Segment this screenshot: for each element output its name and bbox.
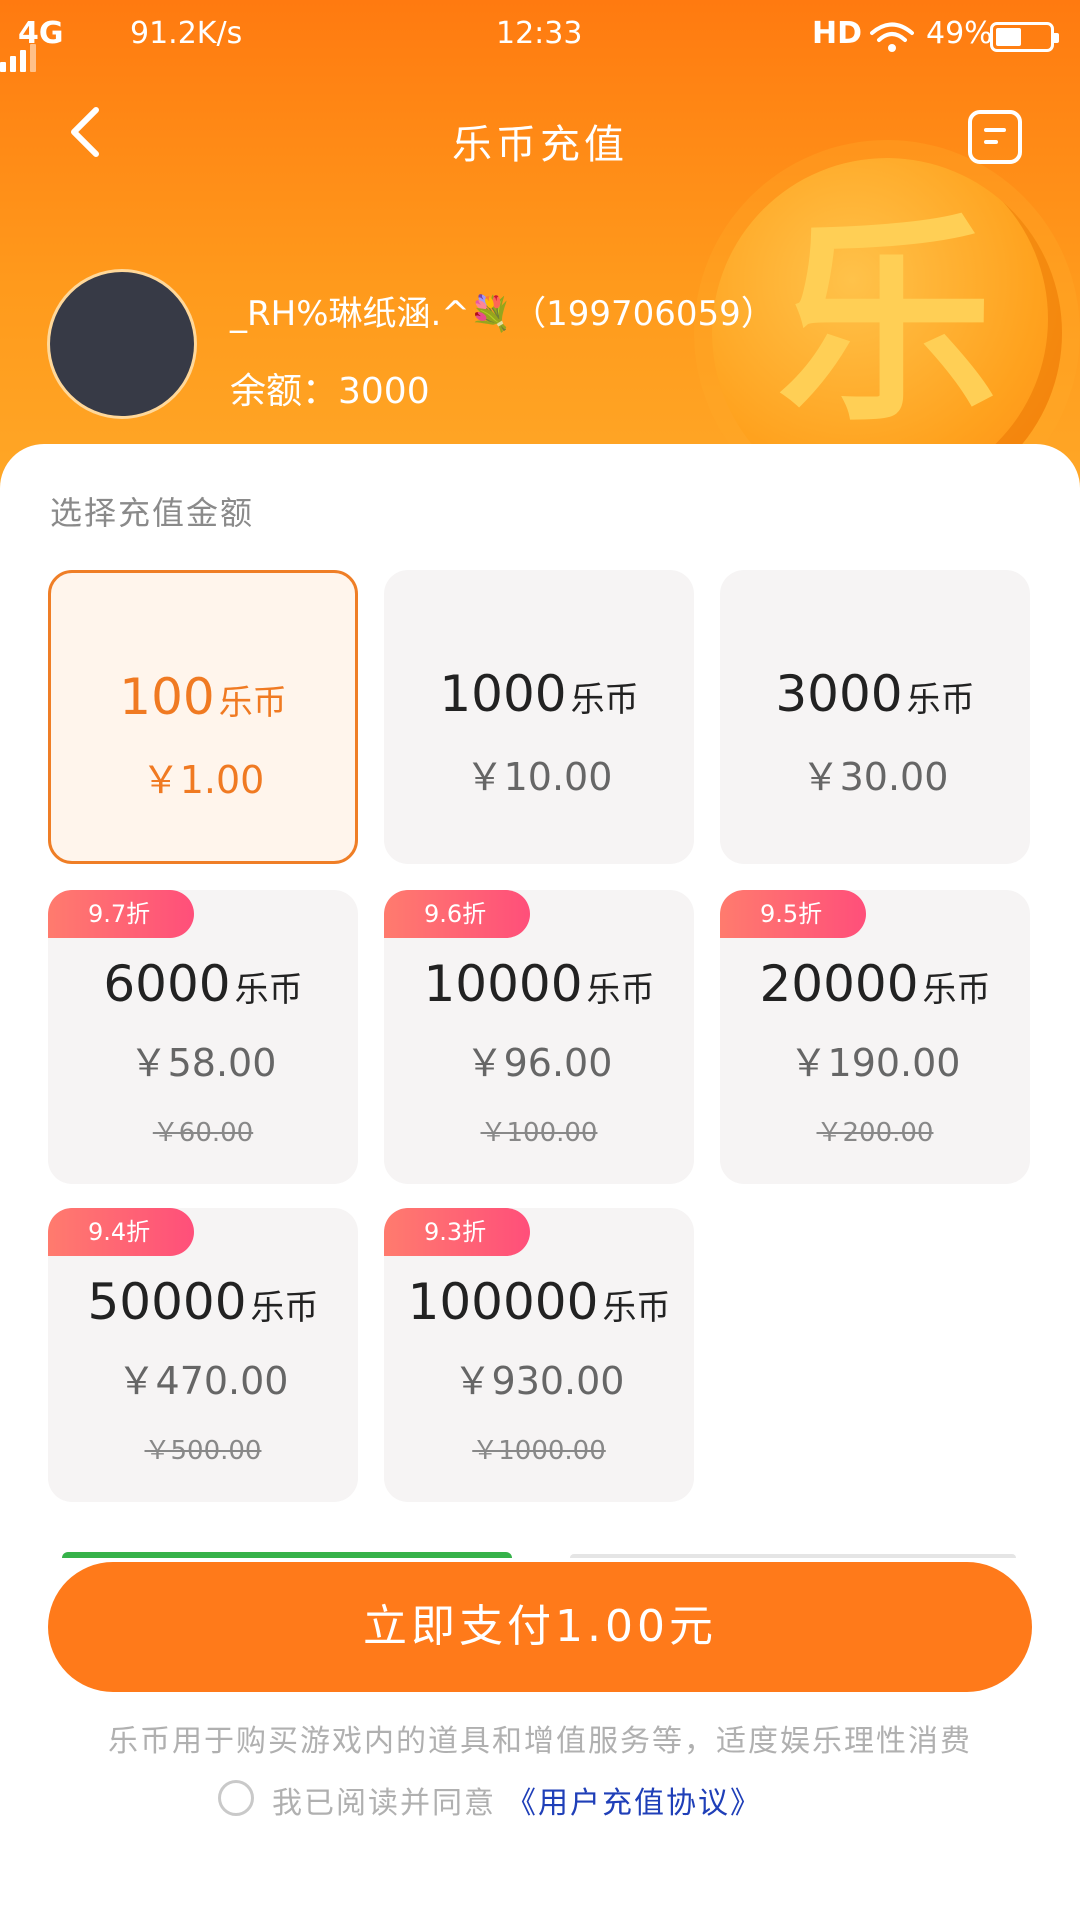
original-price: ￥200.00 (816, 1118, 934, 1148)
original-price: ￥500.00 (144, 1436, 262, 1466)
coin-amount: 6000 乐币 (103, 955, 303, 1013)
discount-badge: 9.7折 (48, 890, 194, 938)
coin-amount: 100 乐币 (119, 668, 287, 726)
original-price: ￥1000.00 (472, 1436, 606, 1466)
original-price: ￥100.00 (480, 1118, 598, 1148)
network-type: 4G (18, 16, 64, 51)
recharge-panel: 选择充值金额 100 乐币 ￥1.00 1000 乐币 ￥10.00 3000 乐币 … (0, 444, 1080, 1920)
coin-amount: 10000 乐币 (423, 955, 655, 1013)
package-price: ￥930.00 (453, 1359, 625, 1403)
battery-icon (990, 22, 1059, 52)
payment-method-tab[interactable] (570, 1554, 1016, 1558)
status-bar: 4G 91.2K/s 12:33 HD 49% (0, 0, 1080, 72)
list-icon[interactable] (968, 110, 1022, 164)
coin-amount: 50000 乐币 (87, 1273, 319, 1331)
discount-badge: 9.6折 (384, 890, 530, 938)
battery-percent: 49% (926, 16, 993, 51)
package-price: ￥58.00 (129, 1041, 277, 1085)
package-option[interactable]: 9.5折 20000 乐币 ￥190.00 ￥200.00 (720, 890, 1030, 1184)
balance-text: 余额：3000 (230, 371, 430, 412)
network-speed: 91.2K/s (130, 16, 243, 51)
pay-now-button[interactable]: 立即支付1.00元 (48, 1562, 1032, 1692)
original-price: ￥60.00 (152, 1118, 254, 1148)
discount-badge: 9.5折 (720, 890, 866, 938)
discount-badge: 9.3折 (384, 1208, 530, 1256)
package-price: ￥30.00 (801, 755, 949, 799)
hd-indicator: HD (812, 16, 863, 51)
user-name: _RH%琳纸涵.^💐（199706059） (230, 294, 775, 334)
package-option[interactable]: 9.6折 10000 乐币 ￥96.00 ￥100.00 (384, 890, 694, 1184)
wifi-icon (870, 22, 914, 52)
package-price: ￥1.00 (141, 758, 265, 802)
coin-amount: 20000 乐币 (759, 955, 991, 1013)
package-price: ￥190.00 (789, 1041, 961, 1085)
package-option[interactable]: 1000 乐币 ￥10.00 (384, 570, 694, 864)
agreement-text: 我已阅读并同意 (272, 1786, 496, 1821)
coin-amount: 3000 乐币 (775, 665, 975, 723)
avatar[interactable] (50, 272, 194, 416)
package-option-selected[interactable]: 100 乐币 ￥1.00 (48, 570, 358, 864)
package-option[interactable]: 9.3折 100000 乐币 ￥930.00 ￥1000.00 (384, 1208, 694, 1502)
discount-badge: 9.4折 (48, 1208, 194, 1256)
coin-amount: 1000 乐币 (439, 665, 639, 723)
package-option[interactable]: 3000 乐币 ￥30.00 (720, 570, 1030, 864)
payment-method-tab-selected[interactable] (62, 1552, 512, 1558)
back-chevron-icon[interactable] (60, 104, 116, 160)
usage-note: 乐币用于购买游戏内的道具和增值服务等，适度娱乐理性消费 (108, 1724, 972, 1759)
page-title: 乐币充值 (452, 122, 628, 168)
package-price: ￥10.00 (465, 755, 613, 799)
clock: 12:33 (496, 16, 583, 51)
coin-amount: 100000 乐币 (407, 1273, 671, 1331)
section-title: 选择充值金额 (50, 494, 255, 532)
package-price: ￥96.00 (465, 1041, 613, 1085)
agreement-checkbox[interactable] (218, 1780, 254, 1816)
package-price: ￥470.00 (117, 1359, 289, 1403)
coin-glyph: 乐 (776, 195, 997, 451)
agreement-link[interactable]: 《用户充值协议》 (506, 1778, 762, 1822)
package-option[interactable]: 9.4折 50000 乐币 ￥470.00 ￥500.00 (48, 1208, 358, 1502)
header-banner: 乐 4G 91.2K/s 12:33 HD 49% 乐币充值 _RH%琳纸涵.^… (0, 0, 1080, 520)
package-option[interactable]: 9.7折 6000 乐币 ￥58.00 ￥60.00 (48, 890, 358, 1184)
